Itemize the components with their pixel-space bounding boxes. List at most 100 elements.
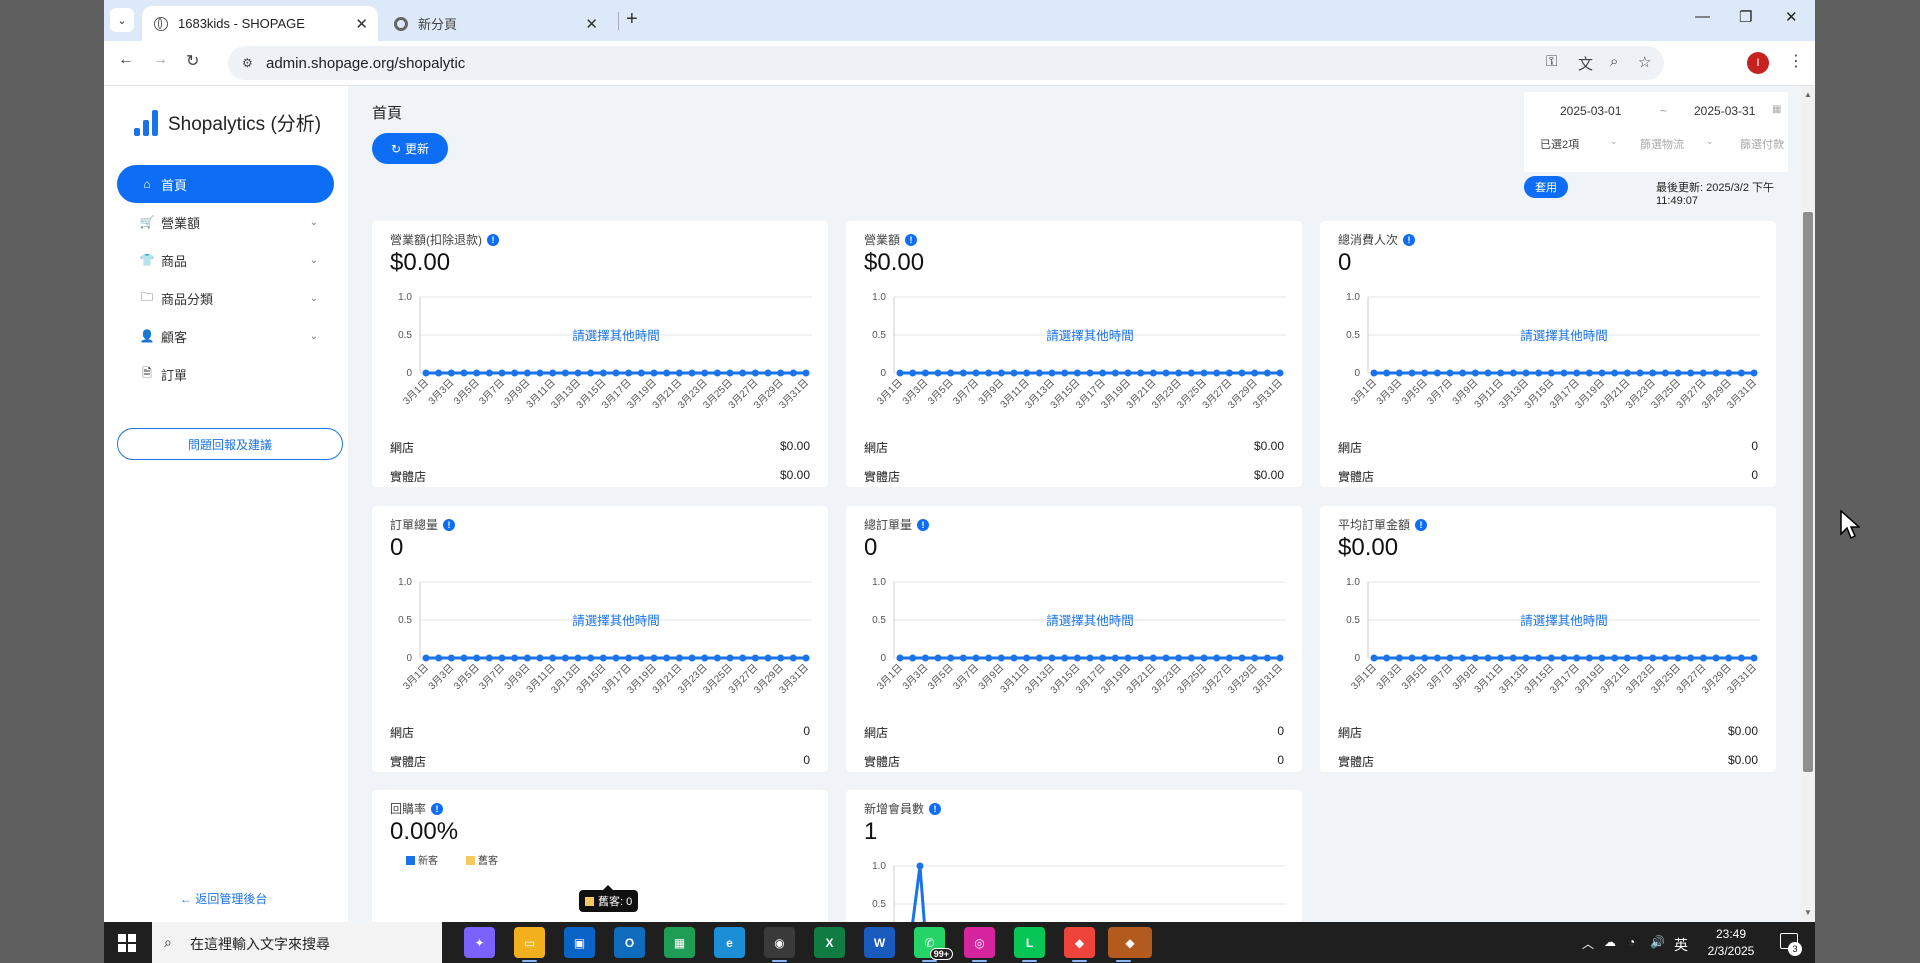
card-title: 總訂單量! bbox=[864, 516, 930, 533]
breakdown-value: 0 bbox=[1751, 439, 1758, 453]
ime-indicator[interactable]: 英 bbox=[1674, 935, 1688, 955]
data-point bbox=[1737, 369, 1745, 377]
taskbar-clock[interactable]: 23:49 2/3/2025 bbox=[1696, 926, 1766, 960]
back-to-admin-link[interactable]: ← 返回管理後台 bbox=[180, 890, 267, 907]
legend-item-returning[interactable]: 舊客 bbox=[466, 852, 498, 867]
sidebar-item-home[interactable]: ⌂ 首頁 bbox=[117, 165, 334, 203]
data-point bbox=[1408, 654, 1416, 662]
tab-shopage[interactable]: 1683kids - SHOPAGE ✕ bbox=[142, 6, 378, 41]
info-icon[interactable]: ! bbox=[905, 233, 918, 246]
info-icon[interactable]: ! bbox=[1415, 518, 1428, 531]
calendar-icon[interactable]: ▦ bbox=[1772, 104, 1781, 115]
close-tab-icon[interactable]: ✕ bbox=[585, 15, 598, 33]
info-icon[interactable]: ! bbox=[443, 518, 456, 531]
excel-icon[interactable]: X bbox=[814, 927, 845, 958]
data-point bbox=[549, 654, 557, 662]
info-icon[interactable]: ! bbox=[917, 518, 930, 531]
taskbar-search-box[interactable]: ⌕ 在這裡輸入文字來搜尋 bbox=[152, 922, 442, 963]
sidebar-item-categories[interactable]: 🗀 商品分類 ⌄ bbox=[117, 279, 334, 317]
data-point bbox=[587, 369, 595, 377]
sidebar-item-customers[interactable]: 👤 顧客 ⌄ bbox=[117, 317, 334, 355]
x-tick-label: 3月3日 bbox=[426, 377, 456, 407]
metric-card: 總訂單量! 0 1.0 0.5 0 3月1日 3月3日 3月5日 3月7日 3月9日 3月11日 3月… bbox=[846, 506, 1302, 772]
file-explorer-icon[interactable]: ▭ bbox=[514, 927, 545, 962]
sidebar-item-label: 營業額 bbox=[161, 215, 201, 231]
volume-icon[interactable]: 🔊 bbox=[1650, 935, 1665, 949]
profile-avatar[interactable]: I bbox=[1747, 52, 1769, 74]
data-point bbox=[959, 369, 967, 377]
edge-icon[interactable]: e bbox=[714, 927, 745, 958]
onedrive-cloud-icon[interactable]: ☁ bbox=[1604, 935, 1616, 949]
outlook-icon[interactable]: O bbox=[614, 927, 645, 958]
url-text[interactable]: admin.shopage.org/shopalytic bbox=[266, 55, 465, 72]
store-icon[interactable]: ▣ bbox=[564, 927, 595, 958]
metric-line-chart: 1.00.503月1日3月3日3月5日3月7日3月9日3月11日3月13日3月1… bbox=[872, 577, 1286, 696]
x-tick-label: 3月1日 bbox=[401, 662, 431, 692]
date-start-input[interactable]: 2025-03-01 bbox=[1560, 104, 1621, 118]
apply-button[interactable]: 套用 bbox=[1524, 176, 1568, 198]
forward-arrow-icon[interactable]: → bbox=[152, 51, 168, 69]
copilot-icon[interactable]: ✦ bbox=[464, 927, 495, 958]
notification-count: 3 bbox=[1788, 942, 1802, 956]
sidebar-item-products[interactable]: 👕 商品 ⌄ bbox=[117, 241, 334, 279]
data-point bbox=[934, 369, 942, 377]
restore-icon[interactable]: ❐ bbox=[1739, 8, 1752, 26]
whatsapp-icon[interactable]: ✆ 99+ bbox=[914, 927, 953, 962]
back-arrow-icon[interactable]: ← bbox=[118, 51, 134, 69]
scroll-up-icon[interactable]: ▲ bbox=[1804, 90, 1812, 99]
page-content: Shopalytics (分析) ⌂ 首頁 🛒 營業額 ⌄ 👕 商品 ⌄ 🗀 商… bbox=[104, 86, 1815, 922]
data-point bbox=[460, 369, 468, 377]
data-point bbox=[1200, 369, 1208, 377]
date-end-input[interactable]: 2025-03-31 bbox=[1694, 104, 1755, 118]
windows-start-icon[interactable] bbox=[118, 934, 136, 952]
logistics-select[interactable]: 篩選物流 bbox=[1640, 136, 1684, 152]
data-point bbox=[726, 369, 734, 377]
reload-icon[interactable]: ↻ bbox=[186, 51, 199, 71]
network-icon[interactable]: ◔ bbox=[1628, 935, 1635, 949]
translate-icon[interactable]: 文 bbox=[1578, 53, 1593, 74]
close-tab-icon[interactable]: ✕ bbox=[355, 15, 368, 33]
tab-search-button[interactable]: ⌄ bbox=[110, 8, 134, 32]
x-tick-label: 3月7日 bbox=[477, 377, 507, 407]
info-icon[interactable]: ! bbox=[431, 802, 444, 815]
zoom-icon[interactable]: ⌕ bbox=[1610, 53, 1618, 70]
refresh-button[interactable]: ↻ 更新 bbox=[372, 133, 448, 164]
data-point bbox=[909, 369, 917, 377]
close-window-icon[interactable]: ✕ bbox=[1785, 8, 1798, 26]
app-logo[interactable]: Shopalytics (分析) bbox=[134, 108, 321, 136]
sidebar-item-revenue[interactable]: 🛒 營業額 ⌄ bbox=[117, 203, 334, 241]
bookmark-star-icon[interactable]: ☆ bbox=[1638, 53, 1651, 71]
scroll-down-icon[interactable]: ▼ bbox=[1804, 908, 1812, 917]
address-bar[interactable]: ⚙ admin.shopage.org/shopalytic ⚿ 文 ⌕ ☆ bbox=[228, 46, 1664, 80]
new-tab-button[interactable]: + bbox=[626, 8, 638, 31]
site-info-icon[interactable]: ⚙ bbox=[242, 56, 253, 70]
info-icon[interactable]: ! bbox=[487, 233, 499, 246]
new-members-chart: 1.0 0.5 bbox=[872, 861, 1286, 922]
chrome-icon[interactable]: ◉ bbox=[764, 927, 795, 962]
anydesk-icon-2[interactable]: ◆ bbox=[1108, 927, 1152, 962]
excel-sheet-icon[interactable]: ▦ bbox=[664, 927, 695, 958]
info-icon[interactable]: ! bbox=[1403, 233, 1416, 246]
line-icon[interactable]: L bbox=[1014, 927, 1045, 962]
anydesk-icon[interactable]: ◆ bbox=[1064, 927, 1095, 962]
feedback-button[interactable]: 問題回報及建議 bbox=[117, 428, 343, 460]
legend-item-new[interactable]: 新客 bbox=[406, 852, 438, 867]
y-tick-label: 0.5 bbox=[872, 899, 886, 910]
page-scrollbar[interactable]: ▲ ▼ bbox=[1801, 86, 1815, 922]
password-key-icon[interactable]: ⚿ bbox=[1546, 53, 1557, 70]
data-point bbox=[625, 654, 633, 662]
data-point bbox=[1712, 654, 1720, 662]
tab-new-tab[interactable]: 新分頁 ✕ bbox=[382, 6, 608, 41]
minimize-icon[interactable]: — bbox=[1695, 8, 1710, 25]
browser-menu-icon[interactable]: ⋮ bbox=[1788, 51, 1804, 71]
card-value: 0.00% bbox=[390, 818, 459, 845]
scrollbar-thumb[interactable] bbox=[1803, 212, 1813, 772]
store-select[interactable]: 已選2項 bbox=[1540, 136, 1579, 152]
instagram-icon[interactable]: ◎ bbox=[964, 927, 995, 962]
metric-line-chart: 1.00.503月1日3月3日3月5日3月7日3月9日3月11日3月13日3月1… bbox=[398, 577, 812, 696]
empty-state-message: 請選擇其他時間 bbox=[1520, 613, 1608, 628]
info-icon[interactable]: ! bbox=[929, 802, 942, 815]
chevron-up-icon[interactable]: ︿ bbox=[1582, 935, 1594, 952]
sidebar-item-orders[interactable]: 🗎 訂單 bbox=[117, 355, 334, 393]
word-icon[interactable]: W bbox=[864, 927, 895, 958]
